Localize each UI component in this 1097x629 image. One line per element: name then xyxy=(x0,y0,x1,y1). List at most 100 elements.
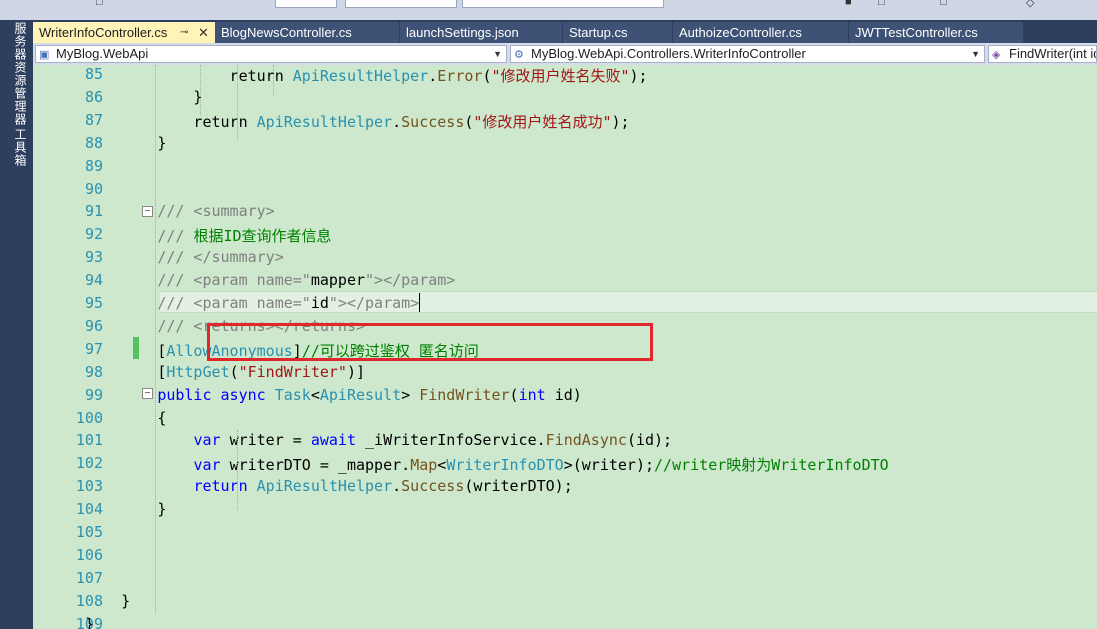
code-token: var xyxy=(193,456,230,475)
line-number: 90 xyxy=(84,179,103,198)
code-token: } xyxy=(121,591,131,610)
code-token: } xyxy=(157,133,167,152)
code-token: /// </summary> xyxy=(157,248,284,267)
code-token: "修改用户姓名成功" xyxy=(473,112,612,131)
toolbar-dropdown[interactable] xyxy=(275,0,337,8)
code-token: (writerDTO); xyxy=(464,477,573,496)
line-number: 91 xyxy=(84,202,103,221)
code-token: ); xyxy=(611,112,630,131)
tab-launchsettings[interactable]: launchSettings.json xyxy=(400,22,562,43)
line-number: 101 xyxy=(75,431,103,450)
indent-guide xyxy=(237,65,238,140)
code-editor[interactable]: 85 86 87 88 89 90 91 92 93 94 95 96 97 98 99 100 101 102 1… xyxy=(33,65,1097,629)
line-number: 105 xyxy=(75,523,103,541)
line-number-gutter: 85 86 87 88 89 90 91 92 93 94 95 96 97 98 99 100 101 102 1… xyxy=(33,65,105,629)
code-line: return ApiResultHelper.Error("修改用户姓名失败")… xyxy=(157,65,648,86)
side-panel-bar: 服务器资源管理器 工具箱 xyxy=(0,20,33,629)
code-token: Task xyxy=(274,385,311,404)
class-scope-name: MyBlog.WebApi.Controllers.WriterInfoCont… xyxy=(531,46,806,61)
server-explorer-tab[interactable]: 服务器资源管理器 xyxy=(8,22,27,126)
line-number: 92 xyxy=(84,225,103,244)
code-token: FindWriter xyxy=(419,385,510,404)
code-token: [ xyxy=(157,341,167,360)
tab-label: WriterInfoController.cs xyxy=(39,25,168,40)
collapse-icon[interactable]: − xyxy=(142,388,153,399)
code-token: mapper xyxy=(310,271,366,290)
project-icon: ▣ xyxy=(39,49,50,61)
toolbar-dropdown[interactable] xyxy=(345,0,457,8)
code-token: //writer映射为WriterInfoDTO xyxy=(654,456,889,475)
code-token: 根据ID查询作者信息 xyxy=(193,227,332,246)
code-token: ApiResultHelper xyxy=(256,112,393,131)
tab-startup[interactable]: Startup.cs xyxy=(563,22,672,43)
line-number: 96 xyxy=(84,316,103,335)
code-token: Success xyxy=(401,112,465,131)
method-icon: ◈ xyxy=(992,49,1001,61)
line-number: 97 xyxy=(84,339,103,358)
toolbar-icon[interactable]: □ xyxy=(96,0,103,8)
tab-blognewscontroller[interactable]: BlogNewsController.cs xyxy=(215,22,399,43)
member-name: FindWriter(int id xyxy=(1009,46,1097,61)
toolbar-icon[interactable]: □ xyxy=(940,0,947,8)
code-token: } xyxy=(157,500,167,519)
class-icon: ⚙ xyxy=(514,49,524,61)
navigation-bar: ▣ MyBlog.WebApi ▼ ⚙ MyBlog.WebApi.Contro… xyxy=(33,43,1097,65)
code-token: id) xyxy=(554,385,582,404)
tab-label: BlogNewsController.cs xyxy=(221,25,352,40)
line-number: 108 xyxy=(75,591,103,610)
pin-icon[interactable]: ⊸ xyxy=(180,22,188,43)
line-number: 106 xyxy=(75,545,103,564)
code-token: . xyxy=(428,67,438,85)
toolbox-tab[interactable]: 工具箱 xyxy=(8,128,27,167)
toolbar-icon[interactable]: ◇ xyxy=(1026,0,1034,9)
chevron-down-icon: ▼ xyxy=(971,49,980,59)
code-token: HttpGet xyxy=(166,362,230,381)
code-token: public xyxy=(157,385,221,404)
line-number: 87 xyxy=(84,110,103,129)
code-token: /// <param name=" xyxy=(157,271,311,290)
member-dropdown[interactable]: ◈ FindWriter(int id xyxy=(988,45,1097,63)
toolbar-icon[interactable]: ■ xyxy=(845,0,852,8)
code-line: return ApiResultHelper.Success(writerDTO… xyxy=(157,477,572,495)
line-number: 88 xyxy=(84,133,103,152)
code-token: writerDTO = _mapper. xyxy=(229,456,411,475)
tab-label: Startup.cs xyxy=(569,25,628,40)
tab-authoizecontroller[interactable]: AuthoizeController.cs xyxy=(673,22,848,43)
code-token: (id); xyxy=(626,431,673,450)
code-token: id xyxy=(310,294,329,312)
line-number: 99 xyxy=(84,385,103,404)
code-token: < xyxy=(437,456,447,475)
code-token: [ xyxy=(157,362,167,381)
code-token: ( xyxy=(509,385,519,404)
toolbar-icon[interactable]: □ xyxy=(878,0,885,8)
class-scope-dropdown[interactable]: ⚙ MyBlog.WebApi.Controllers.WriterInfoCo… xyxy=(510,45,985,63)
project-dropdown[interactable]: ▣ MyBlog.WebApi ▼ xyxy=(35,45,507,63)
code-line: /// <summary> xyxy=(157,202,274,220)
line-number: 95 xyxy=(84,294,103,312)
code-line: var writer = await _iWriterInfoService.F… xyxy=(157,431,672,449)
code-line: /// <param name="id"></param> xyxy=(157,294,419,312)
code-token: . xyxy=(392,477,402,496)
tab-writerinfocontroller[interactable]: WriterInfoController.cs ⊸ ✕ xyxy=(33,22,215,43)
code-token: var xyxy=(193,431,230,450)
line-number: 102 xyxy=(75,454,103,473)
close-icon[interactable]: ✕ xyxy=(198,22,209,43)
collapse-icon[interactable]: − xyxy=(142,206,153,217)
code-line: } xyxy=(157,134,166,152)
toolbar-dropdown[interactable] xyxy=(462,0,664,8)
toolbar-strip: □ ■ □ □ ◇ xyxy=(0,0,1097,20)
code-token: Success xyxy=(401,477,465,496)
code-token: await xyxy=(310,431,366,450)
code-line: } xyxy=(85,615,94,629)
code-token: } xyxy=(157,87,203,106)
code-token: _iWriterInfoService. xyxy=(365,431,546,450)
code-token: { xyxy=(157,408,167,427)
line-number: 104 xyxy=(75,500,103,519)
line-number: 98 xyxy=(84,362,103,381)
tab-jwttestcontroller[interactable]: JWTTestController.cs xyxy=(849,22,1023,43)
code-token: Error xyxy=(437,67,483,85)
code-token: < xyxy=(310,385,320,404)
